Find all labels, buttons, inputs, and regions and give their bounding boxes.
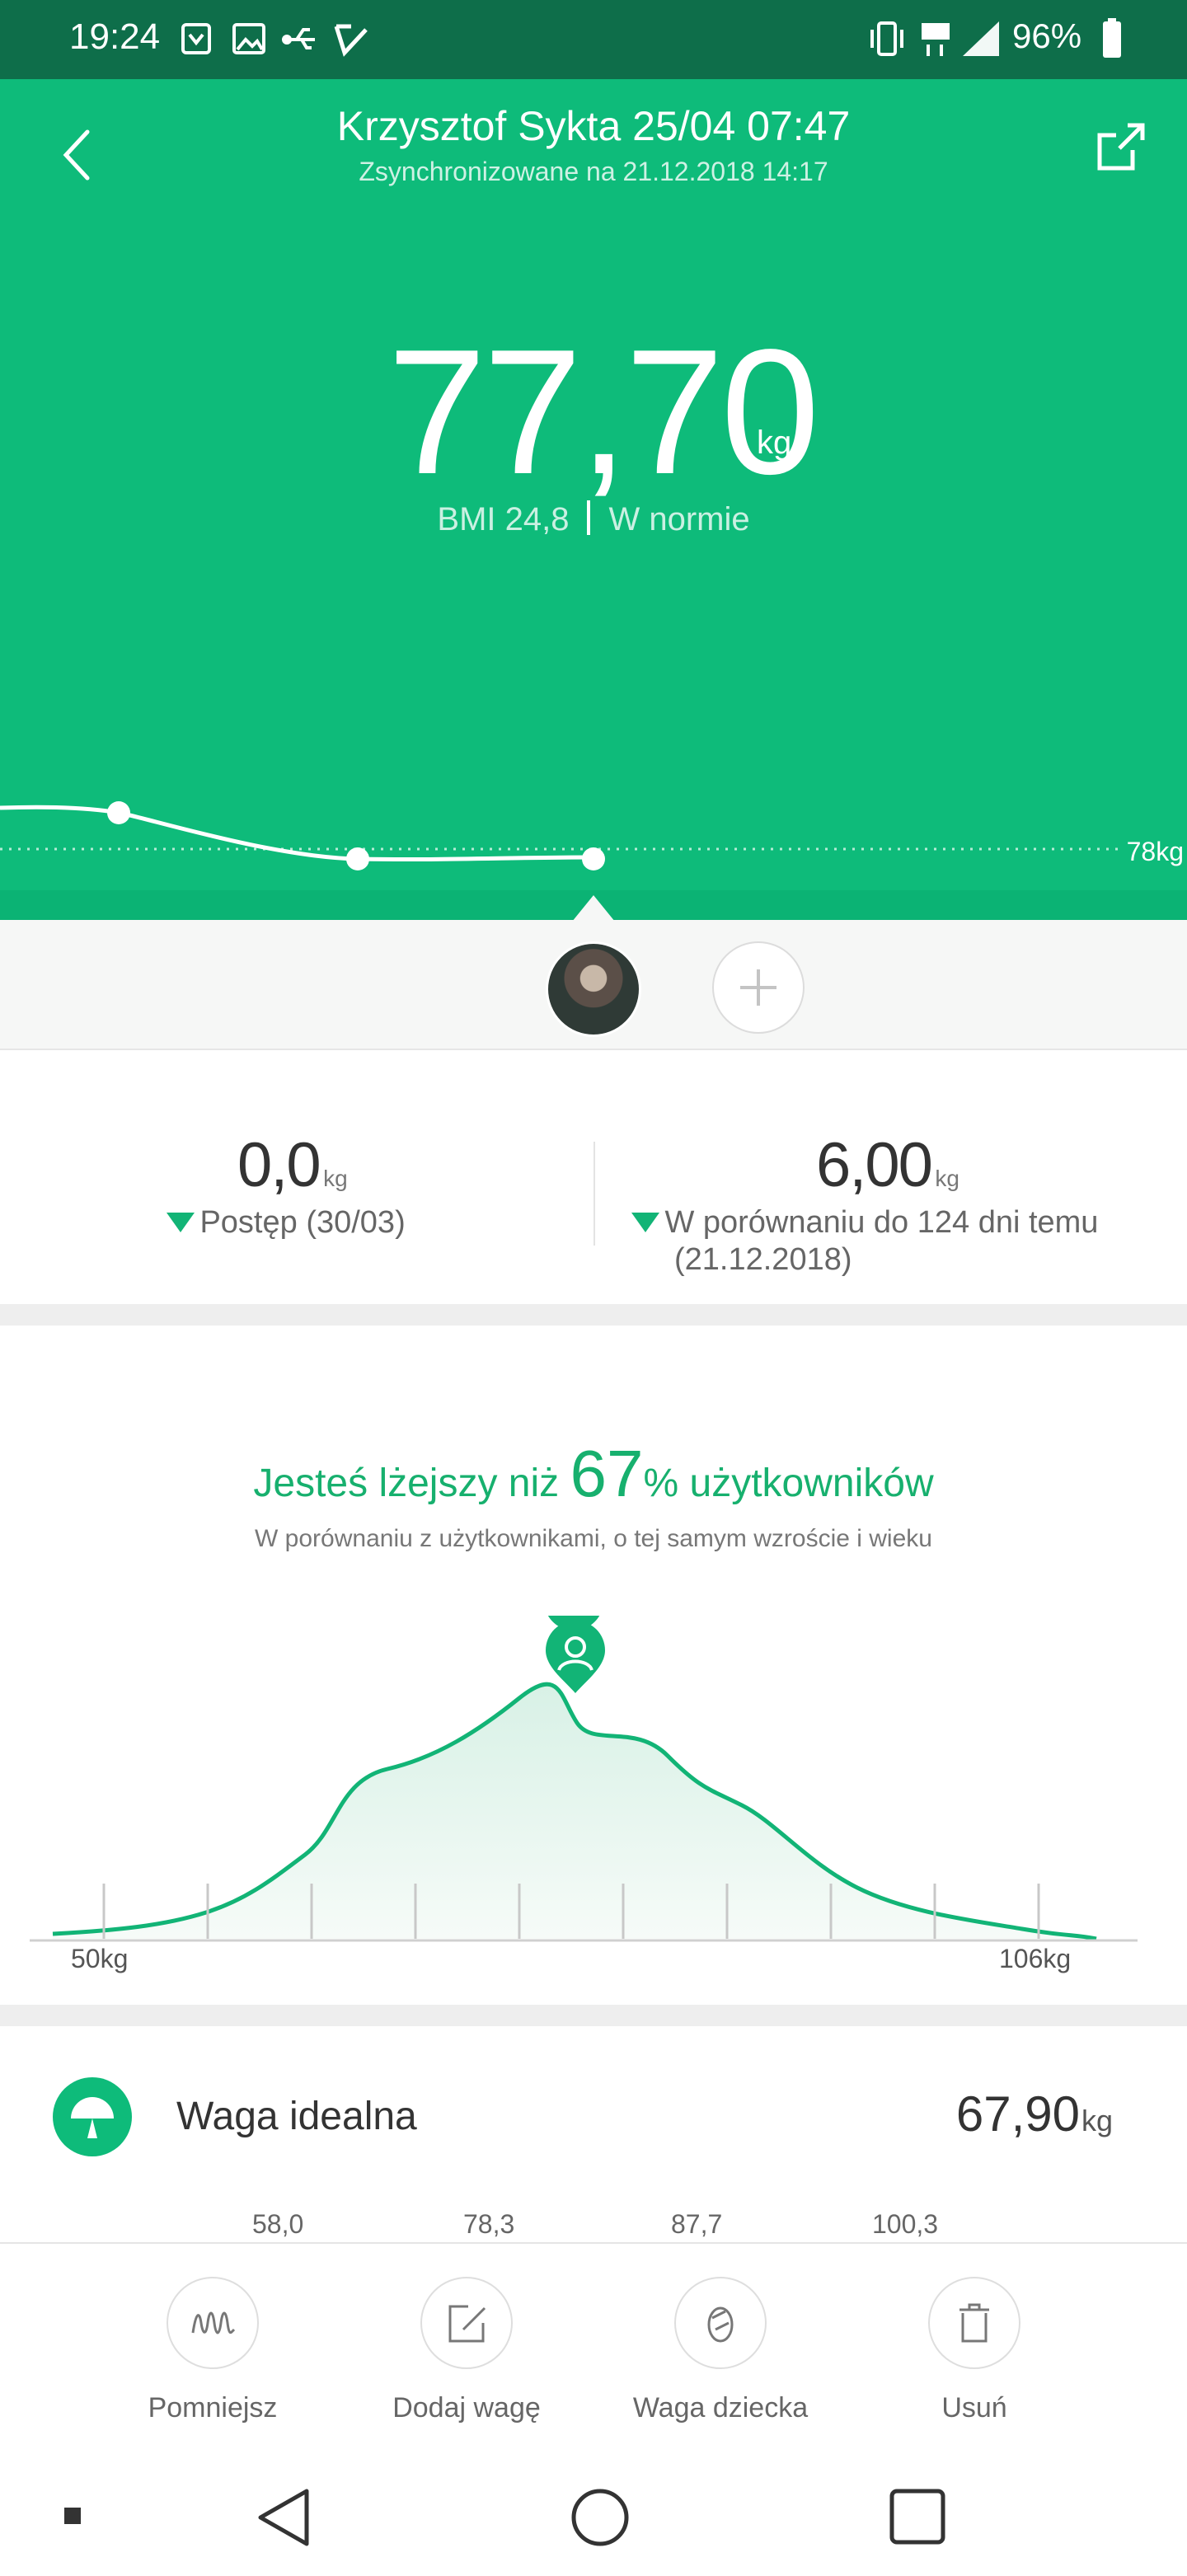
progress-unit: kg	[323, 1166, 348, 1191]
comparison-percent: 67	[570, 1437, 644, 1510]
image-icon	[232, 23, 265, 54]
compare-value: 6,00	[816, 1130, 933, 1200]
zoom-out-label: Pomniejsz	[148, 2392, 278, 2424]
scale-tick-label: 78,3	[463, 2209, 515, 2239]
status-time: 19:24	[69, 16, 161, 57]
sync-subtitle: Zsynchronizowane na 21.12.2018 14:17	[359, 157, 828, 186]
weight-unit: kg	[757, 425, 792, 461]
user-marker-icon	[546, 1616, 605, 1693]
delete-label: Usuń	[941, 2392, 1007, 2424]
zoom-out-button[interactable]	[167, 2277, 259, 2369]
avatar[interactable]	[546, 941, 641, 1037]
check-icon	[334, 24, 368, 57]
progress-value: 0,0	[237, 1130, 321, 1200]
trend-point[interactable]	[346, 847, 369, 870]
trend-point[interactable]	[107, 801, 130, 824]
baby-icon	[707, 2306, 734, 2343]
add-user-button[interactable]	[712, 941, 805, 1034]
bmi-row: BMI 24,8 W normie	[0, 500, 1187, 538]
add-weight-button[interactable]	[420, 2277, 513, 2369]
home-nav-icon[interactable]	[571, 2489, 629, 2546]
recents-nav-icon[interactable]	[889, 2489, 945, 2545]
status-left-icons	[181, 23, 368, 57]
bmi-value: BMI 24,8	[437, 501, 570, 537]
section-gap	[0, 1304, 1187, 1326]
status-right-icons	[870, 21, 999, 56]
signal-icon	[963, 21, 999, 56]
selected-pointer	[572, 895, 615, 922]
battery-icon	[1103, 18, 1121, 58]
scale-icon	[53, 2077, 132, 2156]
trash-icon	[959, 2303, 989, 2343]
comparison-subtitle: W porównaniu z użytkownikami, o tej samy…	[255, 1525, 932, 1552]
comparison-title: Jesteś lżejszy niż 67% użytkowników	[0, 1436, 1187, 1512]
add-weight-label: Dodaj wagę	[392, 2392, 541, 2424]
child-weight-button[interactable]	[674, 2277, 767, 2369]
vibrate-icon	[870, 21, 903, 56]
battery-percent: 96%	[1012, 16, 1082, 55]
ideal-weight-unit: kg	[1081, 2104, 1113, 2137]
distribution-max-label: 106kg	[999, 1944, 1072, 1973]
page-title: Krzysztof Sykta 25/04 07:47	[336, 103, 851, 149]
menu-dot-icon[interactable]	[64, 2508, 81, 2524]
delete-button[interactable]	[928, 2277, 1020, 2369]
trend-point-selected[interactable]	[582, 847, 605, 870]
ideal-weight-label: Waga idealna	[176, 2095, 417, 2138]
weight-value: 77,70	[387, 312, 820, 511]
compare-date: (21.12.2018)	[674, 1242, 852, 1277]
section-gap	[0, 2005, 1187, 2026]
distribution-min-label: 50kg	[71, 1944, 129, 1973]
shield-icon	[181, 23, 211, 54]
distribution-chart	[30, 1616, 1138, 1942]
progress-label: Postęp (30/03)	[199, 1205, 406, 1240]
back-nav-icon[interactable]	[258, 2489, 309, 2546]
compare-stat: 6,00 kg	[816, 1129, 959, 1201]
trend-reference-label: 78kg	[1126, 837, 1184, 866]
wave-icon	[191, 2311, 236, 2334]
child-weight-label: Waga dziecka	[632, 2392, 809, 2424]
comparison-suffix: % użytkowników	[643, 1462, 934, 1505]
lte-icon	[922, 23, 950, 56]
compare-label: W porównaniu do 124 dni temu	[664, 1205, 1099, 1240]
progress-caption: Postęp (30/03)	[165, 1205, 406, 1241]
ideal-weight-value: 67,90	[955, 2086, 1080, 2142]
status-bar: 19:24 96%	[0, 0, 1187, 79]
scale-tick-label: 87,7	[671, 2209, 723, 2239]
progress-stat: 0,0 kg	[237, 1129, 348, 1201]
edit-icon	[448, 2305, 486, 2343]
scale-tick-label: 58,0	[252, 2209, 304, 2239]
stats-divider	[594, 1142, 595, 1246]
compare-caption: W porównaniu do 124 dni temu (21.12.2018…	[630, 1205, 1157, 1278]
down-triangle-icon	[167, 1213, 195, 1232]
down-triangle-icon	[631, 1213, 659, 1232]
compare-unit: kg	[935, 1166, 959, 1191]
comparison-prefix: Jesteś lżejszy niż	[253, 1462, 570, 1505]
scale-tick-label: 100,3	[872, 2209, 939, 2239]
trend-line	[0, 805, 594, 862]
plus-icon	[740, 969, 776, 1006]
usb-icon	[282, 28, 315, 49]
bmi-separator	[587, 500, 591, 535]
navigation-bar	[0, 2456, 1187, 2572]
bmi-status: W normie	[608, 501, 750, 537]
